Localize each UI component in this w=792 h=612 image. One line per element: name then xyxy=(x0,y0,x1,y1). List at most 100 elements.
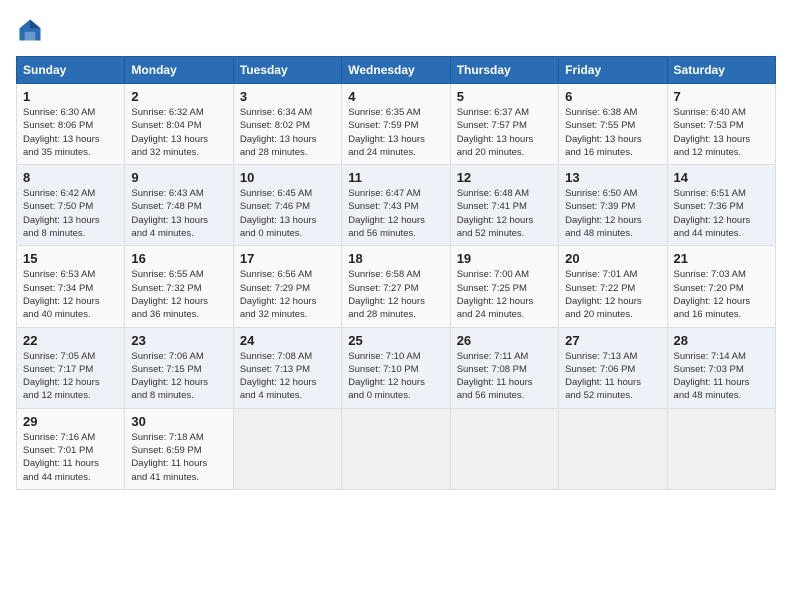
calendar-cell: 25 Sunrise: 7:10 AM Sunset: 7:10 PM Dayli… xyxy=(342,327,450,408)
calendar-cell: 9 Sunrise: 6:43 AM Sunset: 7:48 PM Daylig… xyxy=(125,165,233,246)
col-header-sunday: Sunday xyxy=(17,57,125,84)
calendar-cell: 20Sunrise: 7:01 AM Sunset: 7:22 PM Dayli… xyxy=(559,246,667,327)
day-number: 21 xyxy=(674,251,769,266)
calendar-cell xyxy=(667,408,775,489)
day-number: 13 xyxy=(565,170,660,185)
calendar-cell xyxy=(559,408,667,489)
day-info: Sunrise: 7:03 AM Sunset: 7:20 PM Dayligh… xyxy=(674,268,769,321)
calendar-cell: 29Sunrise: 7:16 AM Sunset: 7:01 PM Dayli… xyxy=(17,408,125,489)
day-number: 10 xyxy=(240,170,335,185)
calendar-cell: 15Sunrise: 6:53 AM Sunset: 7:34 PM Dayli… xyxy=(17,246,125,327)
calendar-cell: 5 Sunrise: 6:37 AM Sunset: 7:57 PM Daylig… xyxy=(450,84,558,165)
calendar-cell: 24Sunrise: 7:08 AM Sunset: 7:13 PM Dayli… xyxy=(233,327,341,408)
calendar-week-row: 8 Sunrise: 6:42 AM Sunset: 7:50 PM Daylig… xyxy=(17,165,776,246)
calendar-cell: 21 Sunrise: 7:03 AM Sunset: 7:20 PM Dayli… xyxy=(667,246,775,327)
day-number: 19 xyxy=(457,251,552,266)
day-number: 17 xyxy=(240,251,335,266)
day-number: 20 xyxy=(565,251,660,266)
calendar-table: SundayMondayTuesdayWednesdayThursdayFrid… xyxy=(16,56,776,490)
day-info: Sunrise: 6:38 AM Sunset: 7:55 PM Dayligh… xyxy=(565,106,660,159)
day-info: Sunrise: 7:10 AM Sunset: 7:10 PM Dayligh… xyxy=(348,350,443,403)
day-info: Sunrise: 7:11 AM Sunset: 7:08 PM Dayligh… xyxy=(457,350,552,403)
day-number: 18 xyxy=(348,251,443,266)
calendar-header-row: SundayMondayTuesdayWednesdayThursdayFrid… xyxy=(17,57,776,84)
day-number: 24 xyxy=(240,333,335,348)
day-number: 14 xyxy=(674,170,769,185)
col-header-thursday: Thursday xyxy=(450,57,558,84)
day-number: 23 xyxy=(131,333,226,348)
calendar-cell: 18Sunrise: 6:58 AM Sunset: 7:27 PM Dayli… xyxy=(342,246,450,327)
col-header-friday: Friday xyxy=(559,57,667,84)
day-number: 27 xyxy=(565,333,660,348)
calendar-week-row: 15Sunrise: 6:53 AM Sunset: 7:34 PM Dayli… xyxy=(17,246,776,327)
calendar-cell: 23 Sunrise: 7:06 AM Sunset: 7:15 PM Dayli… xyxy=(125,327,233,408)
calendar-cell: 3 Sunrise: 6:34 AM Sunset: 8:02 PM Daylig… xyxy=(233,84,341,165)
calendar-cell: 8 Sunrise: 6:42 AM Sunset: 7:50 PM Daylig… xyxy=(17,165,125,246)
calendar-cell: 11 Sunrise: 6:47 AM Sunset: 7:43 PM Dayli… xyxy=(342,165,450,246)
day-info: Sunrise: 6:51 AM Sunset: 7:36 PM Dayligh… xyxy=(674,187,769,240)
day-number: 6 xyxy=(565,89,660,104)
calendar-cell: 28 Sunrise: 7:14 AM Sunset: 7:03 PM Dayli… xyxy=(667,327,775,408)
day-info: Sunrise: 7:06 AM Sunset: 7:15 PM Dayligh… xyxy=(131,350,226,403)
calendar-cell: 17 Sunrise: 6:56 AM Sunset: 7:29 PM Dayli… xyxy=(233,246,341,327)
day-number: 22 xyxy=(23,333,118,348)
day-info: Sunrise: 6:48 AM Sunset: 7:41 PM Dayligh… xyxy=(457,187,552,240)
calendar-cell: 10 Sunrise: 6:45 AM Sunset: 7:46 PM Dayli… xyxy=(233,165,341,246)
day-number: 4 xyxy=(348,89,443,104)
col-header-wednesday: Wednesday xyxy=(342,57,450,84)
day-info: Sunrise: 6:34 AM Sunset: 8:02 PM Dayligh… xyxy=(240,106,335,159)
header xyxy=(16,16,776,44)
day-info: Sunrise: 6:40 AM Sunset: 7:53 PM Dayligh… xyxy=(674,106,769,159)
day-number: 2 xyxy=(131,89,226,104)
day-info: Sunrise: 6:53 AM Sunset: 7:34 PM Dayligh… xyxy=(23,268,118,321)
calendar-cell: 19Sunrise: 7:00 AM Sunset: 7:25 PM Dayli… xyxy=(450,246,558,327)
day-info: Sunrise: 7:13 AM Sunset: 7:06 PM Dayligh… xyxy=(565,350,660,403)
calendar-cell: 13 Sunrise: 6:50 AM Sunset: 7:39 PM Dayli… xyxy=(559,165,667,246)
calendar-cell xyxy=(342,408,450,489)
day-number: 11 xyxy=(348,170,443,185)
day-number: 29 xyxy=(23,414,118,429)
calendar-cell: 22 Sunrise: 7:05 AM Sunset: 7:17 PM Dayli… xyxy=(17,327,125,408)
calendar-cell: 30Sunrise: 7:18 AM Sunset: 6:59 PM Dayli… xyxy=(125,408,233,489)
day-info: Sunrise: 6:43 AM Sunset: 7:48 PM Dayligh… xyxy=(131,187,226,240)
col-header-tuesday: Tuesday xyxy=(233,57,341,84)
day-info: Sunrise: 6:50 AM Sunset: 7:39 PM Dayligh… xyxy=(565,187,660,240)
calendar-week-row: 29Sunrise: 7:16 AM Sunset: 7:01 PM Dayli… xyxy=(17,408,776,489)
calendar-week-row: 1Sunrise: 6:30 AM Sunset: 8:06 PM Daylig… xyxy=(17,84,776,165)
day-number: 8 xyxy=(23,170,118,185)
day-info: Sunrise: 6:42 AM Sunset: 7:50 PM Dayligh… xyxy=(23,187,118,240)
day-info: Sunrise: 6:45 AM Sunset: 7:46 PM Dayligh… xyxy=(240,187,335,240)
day-number: 3 xyxy=(240,89,335,104)
day-info: Sunrise: 6:55 AM Sunset: 7:32 PM Dayligh… xyxy=(131,268,226,321)
day-number: 26 xyxy=(457,333,552,348)
day-number: 5 xyxy=(457,89,552,104)
day-number: 9 xyxy=(131,170,226,185)
calendar-cell: 2 Sunrise: 6:32 AM Sunset: 8:04 PM Daylig… xyxy=(125,84,233,165)
calendar-week-row: 22 Sunrise: 7:05 AM Sunset: 7:17 PM Dayli… xyxy=(17,327,776,408)
day-number: 16 xyxy=(131,251,226,266)
day-number: 25 xyxy=(348,333,443,348)
day-number: 7 xyxy=(674,89,769,104)
day-info: Sunrise: 6:30 AM Sunset: 8:06 PM Dayligh… xyxy=(23,106,118,159)
day-number: 28 xyxy=(674,333,769,348)
day-info: Sunrise: 6:35 AM Sunset: 7:59 PM Dayligh… xyxy=(348,106,443,159)
day-info: Sunrise: 7:14 AM Sunset: 7:03 PM Dayligh… xyxy=(674,350,769,403)
day-info: Sunrise: 7:18 AM Sunset: 6:59 PM Dayligh… xyxy=(131,431,226,484)
calendar-cell: 26 Sunrise: 7:11 AM Sunset: 7:08 PM Dayli… xyxy=(450,327,558,408)
calendar-cell xyxy=(450,408,558,489)
calendar-cell: 7 Sunrise: 6:40 AM Sunset: 7:53 PM Daylig… xyxy=(667,84,775,165)
calendar-cell: 4 Sunrise: 6:35 AM Sunset: 7:59 PM Daylig… xyxy=(342,84,450,165)
calendar-cell: 14 Sunrise: 6:51 AM Sunset: 7:36 PM Dayli… xyxy=(667,165,775,246)
day-info: Sunrise: 7:05 AM Sunset: 7:17 PM Dayligh… xyxy=(23,350,118,403)
logo xyxy=(16,16,48,44)
day-info: Sunrise: 6:32 AM Sunset: 8:04 PM Dayligh… xyxy=(131,106,226,159)
day-info: Sunrise: 6:47 AM Sunset: 7:43 PM Dayligh… xyxy=(348,187,443,240)
col-header-saturday: Saturday xyxy=(667,57,775,84)
day-info: Sunrise: 6:37 AM Sunset: 7:57 PM Dayligh… xyxy=(457,106,552,159)
calendar-cell xyxy=(233,408,341,489)
calendar-cell: 6 Sunrise: 6:38 AM Sunset: 7:55 PM Daylig… xyxy=(559,84,667,165)
day-info: Sunrise: 6:56 AM Sunset: 7:29 PM Dayligh… xyxy=(240,268,335,321)
day-number: 12 xyxy=(457,170,552,185)
col-header-monday: Monday xyxy=(125,57,233,84)
calendar-cell: 16 Sunrise: 6:55 AM Sunset: 7:32 PM Dayli… xyxy=(125,246,233,327)
